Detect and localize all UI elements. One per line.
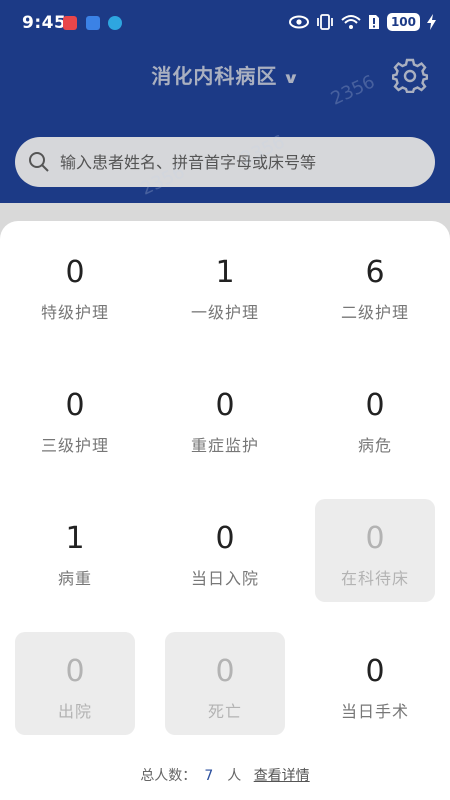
stat-label: 当日手术 (340, 702, 409, 721)
stat-level3-care[interactable]: 0 三级护理 (15, 366, 135, 469)
stats-panel: 0 特级护理 1 一级护理 6 二级护理 0 三级护理 0 重症监护 0 病危 … (0, 221, 450, 800)
stat-label: 特级护理 (40, 303, 109, 322)
stat-level1-care[interactable]: 1 一级护理 (165, 233, 285, 336)
stat-label: 出院 (57, 702, 92, 721)
stat-level2-care[interactable]: 6 二级护理 (315, 233, 435, 336)
stat-value: 0 (365, 654, 385, 689)
stat-value: 0 (65, 388, 85, 423)
stat-value: 0 (215, 388, 235, 423)
charging-icon (427, 14, 436, 30)
status-time: 9:45 (22, 13, 67, 33)
stat-label: 当日入院 (190, 569, 259, 588)
sim-alert-icon (368, 15, 379, 29)
stat-deceased[interactable]: 0 死亡 (165, 632, 285, 735)
stat-critical[interactable]: 0 病危 (315, 366, 435, 469)
total-unit: 人 (227, 768, 242, 784)
wifi-icon (341, 15, 361, 29)
stat-label: 在科待床 (340, 569, 409, 588)
ward-title: 消化内科病区 (151, 64, 278, 88)
view-details-link[interactable]: 查看详情 (254, 768, 310, 784)
stat-value: 0 (215, 654, 235, 689)
app-notification-icon (63, 16, 77, 30)
stat-label: 死亡 (207, 702, 242, 721)
search-bar[interactable] (15, 137, 435, 187)
stat-icu[interactable]: 0 重症监护 (165, 366, 285, 469)
stat-value: 0 (365, 388, 385, 423)
vibrate-icon (317, 14, 333, 30)
stat-label: 重症监护 (190, 436, 259, 455)
stat-label: 病危 (357, 436, 392, 455)
stat-value: 1 (215, 255, 235, 290)
stat-serious[interactable]: 1 病重 (15, 499, 135, 602)
total-label: 总人数： (140, 768, 197, 784)
chevron-down-icon: ∨ (282, 69, 302, 87)
stat-value: 0 (365, 521, 385, 556)
stat-value: 6 (365, 255, 385, 290)
stat-surgery-today[interactable]: 0 当日手术 (315, 632, 435, 735)
stat-value: 0 (65, 654, 85, 689)
stat-value: 1 (65, 521, 85, 556)
stat-label: 一级护理 (190, 303, 259, 322)
app-notification-icon-2 (108, 16, 122, 30)
ward-selector[interactable]: 消化内科病区 ∨ (0, 60, 450, 89)
stat-discharged[interactable]: 0 出院 (15, 632, 135, 735)
search-icon (29, 152, 49, 172)
stat-special-care[interactable]: 0 特级护理 (15, 233, 135, 336)
settings-gear-icon[interactable] (392, 57, 428, 93)
battery-indicator: 100 (386, 13, 420, 31)
stat-label: 三级护理 (40, 436, 109, 455)
eye-icon (288, 15, 309, 29)
stat-label: 病重 (57, 569, 92, 588)
total-count: 7 (204, 768, 214, 784)
search-input[interactable] (58, 151, 422, 173)
stat-label: 二级护理 (340, 303, 409, 322)
stat-value: 0 (215, 521, 235, 556)
stat-awaiting-bed[interactable]: 0 在科待床 (315, 499, 435, 602)
stat-admitted-today[interactable]: 0 当日入院 (165, 499, 285, 602)
stat-value: 0 (65, 255, 85, 290)
usb-icon (86, 16, 100, 30)
total-summary: 总人数： 7 人 查看详情 (0, 765, 450, 785)
status-bar: 9:45 100 (0, 0, 450, 48)
